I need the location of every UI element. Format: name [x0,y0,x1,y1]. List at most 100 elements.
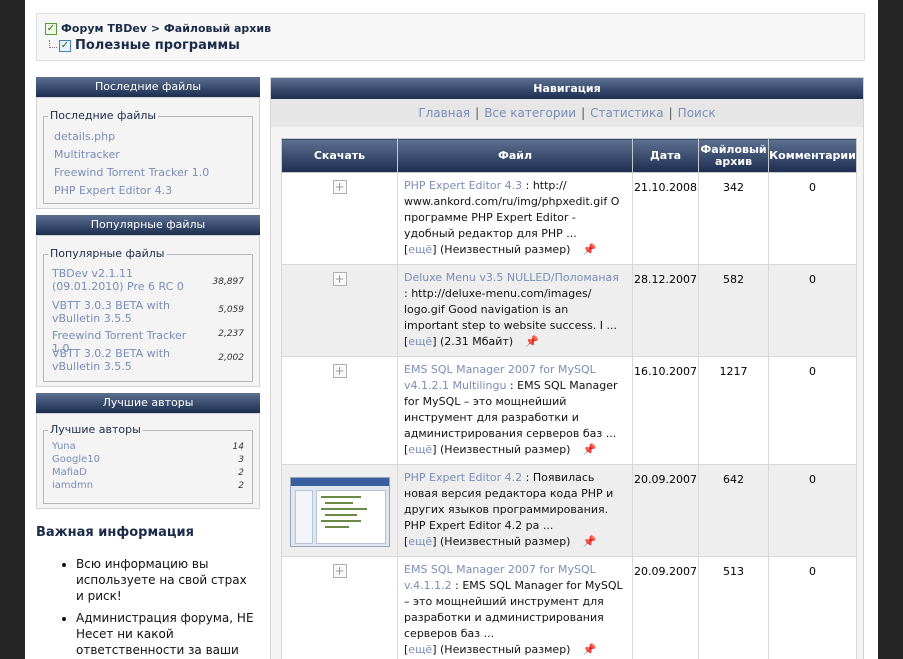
file-size: (Неизвестный размер) [440,243,571,256]
popular-file-link[interactable]: TBDev v2.1.11 (09.01.2010) Pre 6 RC 0 [52,267,202,293]
popular-file-link[interactable]: VBTT 3.0.3 BETA with vBulletin 3.5.5 [52,299,202,325]
files-table: Скачать Файл Дата Файловый архив Коммент… [281,138,857,659]
table-row: + Deluxe Menu v3.5 NULLED/Поломаная : ht… [281,264,857,357]
file-name-link[interactable]: PHP Expert Editor 4.2 [404,471,522,484]
pin-icon[interactable]: 📌 [582,243,596,256]
popular-files-legend: Популярные файлы [48,247,167,260]
date-cell: 16.10.2007 [632,356,699,465]
author-link[interactable]: iamdmn [52,480,93,491]
file-name-link[interactable]: PHP Expert Editor 4.3 [404,179,522,192]
breadcrumb: ✓ Форум TBDev > Файловый архив ✓ Полезны… [36,13,865,61]
nav-link-statistics[interactable]: Статистика [590,106,664,120]
file-size: (Неизвестный размер) [440,643,571,656]
nav-separator: | [475,106,480,120]
download-cell: + [281,556,398,659]
pin-icon[interactable]: 📌 [582,443,596,456]
checkbox-icon: ✓ [59,39,71,52]
top-authors-panel: Лучшие авторы Yuna 14 Google10 3 MafiaD … [36,413,260,509]
author-link[interactable]: MafiaD [52,467,87,478]
archive-cell: 582 [698,264,769,357]
archive-cell: 342 [698,172,769,265]
archive-cell: 1217 [698,356,769,465]
screenshot-thumbnail[interactable] [289,477,390,547]
download-cell: + [281,264,398,357]
download-count: 2,002 [218,353,244,363]
download-cell: + [281,172,398,265]
file-name-link[interactable]: Deluxe Menu v3.5 NULLED/Поломаная [404,271,619,284]
author-link[interactable]: Yuna [52,441,76,452]
pin-icon[interactable]: 📌 [582,643,596,656]
page-title: Полезные программы [75,38,240,53]
page: ✓ Форум TBDev > Файловый архив ✓ Полезны… [25,0,878,659]
table-row: + PHP Expert Editor 4.3 : http:// www.an… [281,172,857,265]
plus-icon[interactable]: + [332,180,347,194]
download-count: 5,059 [218,305,244,315]
pin-icon[interactable]: 📌 [525,335,539,348]
top-authors-fieldset: Лучшие авторы Yuna 14 Google10 3 MafiaD … [43,423,253,504]
popular-files-panel: Популярные файлы TBDev v2.1.11 (09.01.20… [36,235,260,387]
nav-separator: | [581,106,586,120]
file-description: : http://deluxe-menu.com/images/ logo.gi… [404,287,618,332]
column-header-archive[interactable]: Файловый архив [698,138,769,173]
download-cell [281,464,398,557]
file-cell: PHP Expert Editor 4.2 : Появилась новая … [397,464,633,557]
plus-icon[interactable]: + [332,364,347,378]
column-header-date[interactable]: Дата [632,138,699,173]
author-count: 2 [238,468,244,478]
top-authors-legend: Лучшие авторы [48,423,143,436]
navigation-header: Навигация [271,78,863,99]
comments-cell: 0 [768,556,857,659]
download-count: 2,237 [218,329,244,339]
recent-files-panel: Последние файлы details.php Multitracker… [36,97,260,209]
nav-link-categories[interactable]: Все категории [484,106,576,120]
more-link[interactable]: ещё [408,243,432,256]
info-list: Всю информацию вы используете на свой ст… [76,556,256,659]
recent-file-link[interactable]: PHP Expert Editor 4.3 [54,184,172,197]
main-panel: Навигация Главная | Все категории | Статисти… [270,77,864,659]
date-cell: 21.10.2008 [632,172,699,265]
file-cell: EMS SQL Manager 2007 for MySQL v4.1.2.1 … [397,356,633,465]
download-cell: + [281,356,398,465]
table-row: + EMS SQL Manager 2007 for MySQL v.4.1.1… [281,556,857,659]
recent-file-link[interactable]: Multitracker [54,148,120,161]
more-link[interactable]: ещё [408,643,432,656]
more-link[interactable]: ещё [408,335,432,348]
recent-files-legend: Последние файлы [48,109,159,122]
breadcrumb-forum-link[interactable]: Форум TBDev > Файловый архив [61,22,271,35]
popular-file-link[interactable]: VBTT 3.0.2 BETA with vBulletin 3.5.5 [52,347,202,373]
comments-cell: 0 [768,172,857,265]
more-link[interactable]: ещё [408,535,432,548]
file-cell: EMS SQL Manager 2007 for MySQL v.4.1.1.2… [397,556,633,659]
comments-cell: 0 [768,464,857,557]
nav-link-home[interactable]: Главная [418,106,470,120]
recent-files-header: Последние файлы [36,77,260,97]
column-header-file[interactable]: Файл [397,138,633,173]
info-item: Всю информацию вы используете на свой ст… [76,556,256,604]
plus-icon[interactable]: + [332,564,347,578]
file-size: (Неизвестный размер) [440,535,571,548]
date-cell: 28.12.2007 [632,264,699,357]
date-cell: 20.09.2007 [632,556,699,659]
top-authors-header: Лучшие авторы [36,393,260,413]
recent-file-link[interactable]: details.php [54,130,115,143]
column-header-download[interactable]: Скачать [281,138,398,173]
table-row: + EMS SQL Manager 2007 for MySQL v4.1.2.… [281,356,857,465]
archive-cell: 513 [698,556,769,659]
author-link[interactable]: Google10 [52,454,100,465]
nav-link-search[interactable]: Поиск [678,106,716,120]
more-link[interactable]: ещё [408,443,432,456]
checkbox-icon: ✓ [45,22,57,35]
recent-file-link[interactable]: Freewind Torrent Tracker 1.0 [54,166,209,179]
info-title: Важная информация [36,525,194,540]
plus-icon[interactable]: + [332,272,347,286]
pin-icon[interactable]: 📌 [582,535,596,548]
author-count: 3 [238,455,244,465]
author-count: 2 [238,481,244,491]
popular-files-fieldset: Популярные файлы TBDev v2.1.11 (09.01.20… [43,247,253,382]
table-row: PHP Expert Editor 4.2 : Появилась новая … [281,464,857,557]
file-size: (2.31 Мбайт) [440,335,514,348]
column-header-comments[interactable]: Комментарии [768,138,857,173]
author-count: 14 [232,442,244,452]
comments-cell: 0 [768,264,857,357]
file-cell: Deluxe Menu v3.5 NULLED/Поломаная : http… [397,264,633,357]
